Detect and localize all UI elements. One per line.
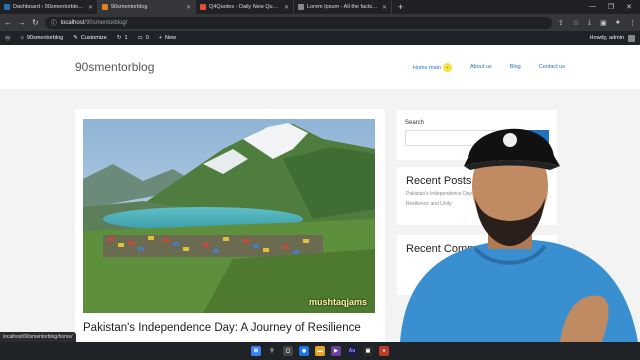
lake-landscape-image [83,119,375,313]
featured-image[interactable]: mushtaqjams [83,119,375,313]
tab-title: Lorem Ipsum - All the facts - Lips [307,4,379,10]
wordpress-logo-icon[interactable]: ⓦ [5,34,11,42]
quotes-favicon-icon [200,4,206,10]
chrome-icon[interactable]: ◉ [299,346,309,356]
updates-count: 1 [124,35,128,41]
plus-icon: + [158,35,162,41]
extensions-icon[interactable]: ▣ [600,19,607,27]
photo-watermark: mushtaqjams [308,297,367,307]
media-app-icon[interactable]: ▶ [331,346,341,356]
download-icon[interactable]: ⤓ [588,19,591,27]
new-label: New [164,35,176,41]
comments-count: 0 [145,35,149,41]
close-icon[interactable]: ✕ [186,4,191,11]
close-icon[interactable]: ✕ [382,4,387,11]
updates-icon: ↻ [116,35,122,41]
audition-icon[interactable]: Au [347,346,357,356]
customize-label: Customize [80,35,107,41]
new-tab-button[interactable]: + [392,2,409,12]
status-bar-url: localhost/90smentorblog/home/ [0,332,76,342]
avatar [628,34,635,42]
maximize-icon[interactable]: ❐ [608,3,614,11]
windows-taskbar: ⊞ ⚲ ▢ ◉ ▬ ▶ Au ▣ ● [0,342,640,360]
profile-icon[interactable]: ● [616,19,620,27]
customize-link[interactable]: ✎ Customize [73,35,107,41]
lorem-favicon-icon [298,4,304,10]
nav-item-contact-us[interactable]: Contact us [539,64,565,70]
updates-link[interactable]: ↻ 1 [117,35,128,41]
comments-link[interactable]: ▭ 0 [138,35,149,41]
presenter-webcam-overlay [400,128,638,342]
new-content-link[interactable]: + New [159,35,176,41]
forward-icon[interactable]: → [18,18,26,27]
tab-lorem-ipsum[interactable]: Lorem Ipsum - All the facts - Lips✕ [294,0,392,14]
tab-q4quotes[interactable]: Q4Quotes - Daily New Quotes ✕ [196,0,294,14]
start-icon[interactable]: ⊞ [251,346,261,356]
reload-icon[interactable]: ↻ [32,18,39,27]
nav-item-blog[interactable]: Blog [510,64,521,70]
tab-90smentorblog[interactable]: 90smentorblog ✕ [98,0,196,14]
bookmark-star-icon[interactable]: ☆ [573,19,579,27]
menu-icon[interactable]: ⋮ [629,19,636,27]
home-icon: ⌂ [20,35,24,41]
search-icon[interactable]: ⚲ [267,346,277,356]
featured-post: mushtaqjams Pakistan's Independence Day:… [75,109,385,345]
brush-icon: ✎ [73,35,78,41]
chevron-down-icon[interactable]: ⌄ [442,62,452,72]
post-title[interactable]: Pakistan's Independence Day: A Journey o… [83,322,361,334]
wordpress-favicon-icon [4,4,10,10]
address-toolbar: ← → ↻ ⓘ localhost/90smentorblog/ ⇪ ☆ ⤓ ▣… [0,14,640,31]
info-icon[interactable]: ⓘ [51,18,57,27]
browser-tab-bar: Dashboard ‹ 90smentorblog — W✕ 90smentor… [0,0,640,14]
site-name-link[interactable]: ⌂ 90smentorblog [21,35,64,41]
comment-icon: ▭ [137,35,143,41]
url-path: /90smentorblog/ [84,19,128,26]
app-icon[interactable]: ▣ [363,346,373,356]
url-host: localhost [60,19,85,26]
tab-title: Q4Quotes - Daily New Quotes [209,4,281,10]
site-name-label: 90smentorblog [26,35,64,41]
nav-item-about-us[interactable]: About us [470,64,492,70]
folder-icon[interactable]: ▬ [315,346,325,356]
task-view-icon[interactable]: ▢ [283,346,293,356]
site-brand[interactable]: 90smentorblog [75,60,154,74]
share-icon[interactable]: ⇪ [558,19,564,27]
close-icon[interactable]: ✕ [88,4,93,11]
record-app-icon[interactable]: ● [379,346,389,356]
tab-title: Dashboard ‹ 90smentorblog — W [13,4,85,10]
site-header: 90smentorblog Home main ⌄ About us Blog C… [0,45,640,89]
minimize-icon[interactable]: — [589,3,596,11]
main-navigation: Home main ⌄ About us Blog Contact us [412,62,565,72]
nav-label: Home main [412,64,441,71]
site-favicon-icon [102,4,108,10]
address-bar[interactable]: ⓘ localhost/90smentorblog/ [44,16,552,29]
nav-item-home-main[interactable]: Home main ⌄ [412,62,452,72]
wp-admin-bar: ⓦ ⌂ 90smentorblog ✎ Customize ↻ 1 ▭ 0 + New H… [0,31,640,45]
howdy-label: Howdy, admin [589,35,624,41]
back-icon[interactable]: ← [4,18,12,27]
tab-title: 90smentorblog [111,4,148,10]
close-icon[interactable]: ✕ [284,4,289,11]
close-window-icon[interactable]: ✕ [626,3,632,11]
account-menu[interactable]: Howdy, admin [589,34,635,42]
tab-dashboard[interactable]: Dashboard ‹ 90smentorblog — W✕ [0,0,98,14]
